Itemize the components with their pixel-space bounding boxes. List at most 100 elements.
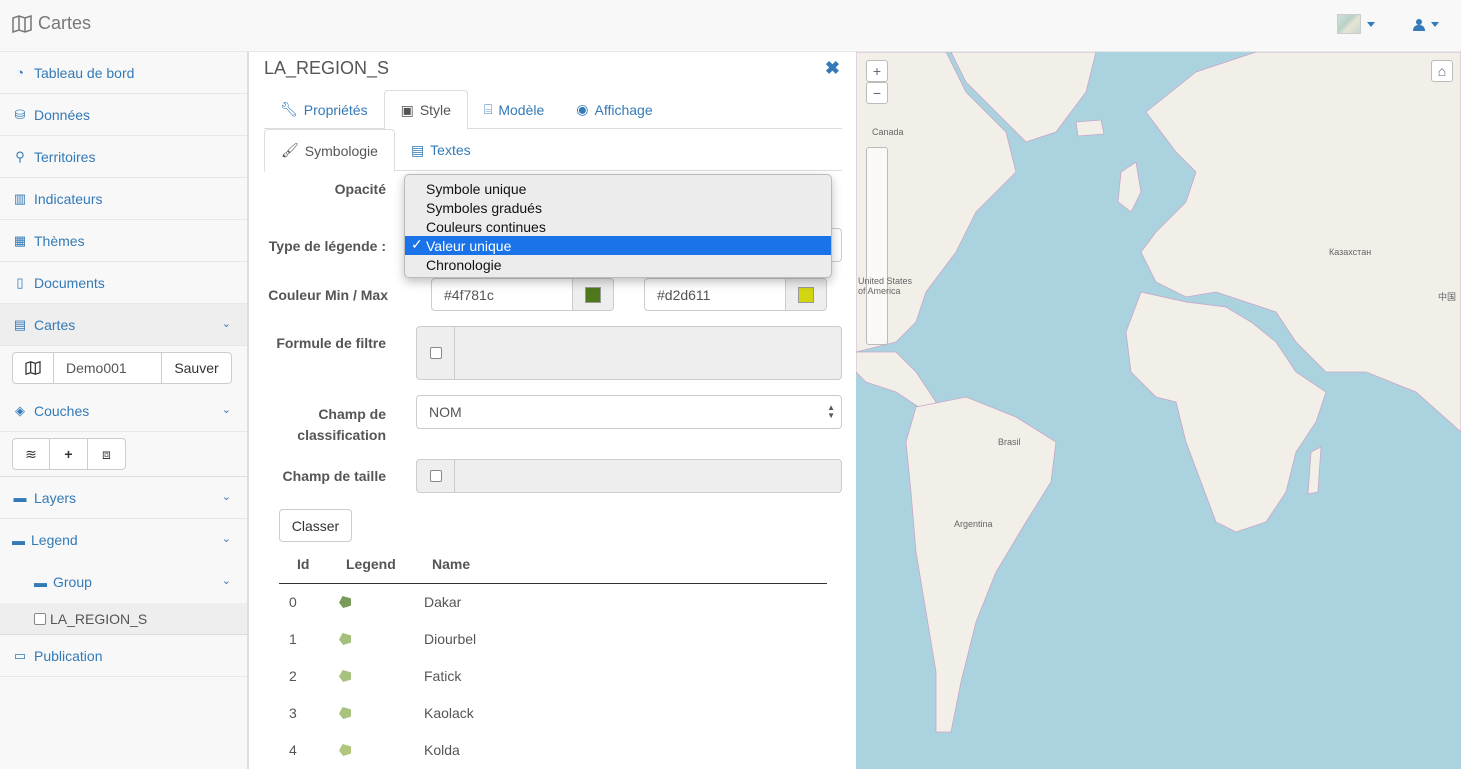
table-row: 1 Diourbel xyxy=(279,621,827,658)
table-row: 0 Dakar xyxy=(279,584,827,621)
filter-textarea[interactable] xyxy=(455,327,841,379)
color-max-picker[interactable] xyxy=(785,278,827,311)
user-menu-dropdown[interactable] xyxy=(1413,18,1439,31)
sidebar-item-label: Publication xyxy=(34,647,103,664)
dropdown-option[interactable]: Chronologie xyxy=(405,255,831,274)
sidebar-item-layers[interactable]: ▬ Layers ⌄ xyxy=(0,477,247,519)
panel-title: LA_REGION_S xyxy=(264,58,390,78)
legend-folder[interactable]: ▬ Legend ⌄ xyxy=(0,519,247,561)
dropdown-option[interactable]: Couleurs continues xyxy=(405,217,831,236)
chevron-down-icon: ⌄ xyxy=(221,533,231,545)
legend-table-header: Id Legend Name xyxy=(279,552,827,584)
classif-field-value: NOM xyxy=(429,404,462,420)
color-max-input[interactable]: #d2d611 xyxy=(644,278,786,311)
map-basemap xyxy=(856,52,1461,733)
app-brand[interactable]: Cartes xyxy=(12,13,91,34)
row-id: 0 xyxy=(289,594,297,610)
plus-icon: + xyxy=(64,446,73,462)
laptop-icon: ▭ xyxy=(13,647,27,663)
map-view[interactable]: + − ⌂ Canada United States of America Br… xyxy=(856,52,1461,769)
classif-label-line1: Champ de xyxy=(318,406,386,422)
table-row: 2 Fatick xyxy=(279,658,827,695)
home-extent-button[interactable]: ⌂ xyxy=(1431,60,1453,82)
legend-polygon-symbol xyxy=(339,707,351,719)
zoom-in-button[interactable]: + xyxy=(866,60,888,82)
size-field-input[interactable] xyxy=(455,460,841,492)
size-checkbox[interactable] xyxy=(429,470,442,482)
sidebar-item-couches[interactable]: ◈ Couches ⌄ xyxy=(0,390,247,432)
classif-label-line2: classification xyxy=(297,427,386,443)
color-min-input[interactable]: #4f781c xyxy=(431,278,573,311)
layer-settings-button[interactable]: ⧈ xyxy=(88,438,126,470)
tab-textes[interactable]: ▤ Textes xyxy=(395,129,487,171)
sidebar-item-publication[interactable]: ▭ Publication xyxy=(0,635,247,677)
sidebar-item-themes[interactable]: ▦ Thèmes xyxy=(0,220,247,262)
save-button[interactable]: Sauver xyxy=(162,352,232,384)
legend-polygon-symbol xyxy=(339,670,351,682)
map-icon xyxy=(25,361,41,375)
main-tabs: 🔧︎ Propriétés ▣ Style ⌸ Modèle ◉ Affichage xyxy=(264,90,842,130)
classif-field-select[interactable]: NOM ▲ ▼ xyxy=(416,395,842,429)
column-header-name: Name xyxy=(432,556,471,572)
tab-style[interactable]: ▣ Style xyxy=(383,90,468,130)
column-header-id: Id xyxy=(297,556,310,572)
filter-group xyxy=(416,326,842,380)
map-label-china: 中国 xyxy=(1438,292,1457,302)
color-min-picker[interactable] xyxy=(572,278,614,311)
layer-style-panel: LA_REGION_S ✖ 🔧︎ Propriétés ▣ Style ⌸ Modèl… xyxy=(248,52,856,769)
database-icon: ⛁ xyxy=(14,106,26,122)
size-checkbox-addon xyxy=(417,460,455,492)
map-icon xyxy=(12,14,32,33)
add-layer-button[interactable]: + xyxy=(50,438,88,470)
close-icon[interactable]: ✖ xyxy=(825,58,840,79)
filter-checkbox[interactable] xyxy=(429,347,442,359)
map-name-group: Demo001 Sauver xyxy=(12,352,235,384)
tab-label: Symbologie xyxy=(304,142,378,159)
map-open-button[interactable] xyxy=(12,352,54,384)
sidebar-item-documents[interactable]: ▯ Documents xyxy=(0,262,247,304)
sidebar-item-territoires[interactable]: ⚲ Territoires xyxy=(0,136,247,178)
top-navbar: Cartes xyxy=(0,0,1461,52)
sidebar-item-donnees[interactable]: ⛁ Données xyxy=(0,94,247,136)
zoom-out-button[interactable]: − xyxy=(866,82,888,104)
color-swatch-min xyxy=(585,286,601,303)
sidebar-item-indicateurs[interactable]: ▥ Indicateurs xyxy=(0,178,247,220)
classer-button[interactable]: Classer xyxy=(279,509,352,542)
zoom-slider[interactable] xyxy=(866,147,888,345)
tab-symbologie[interactable]: 🖌︎ Symbologie xyxy=(264,129,395,172)
chevron-down-icon: ⌄ xyxy=(221,318,231,330)
sidebar-item-label: Territoires xyxy=(34,148,96,165)
group-folder[interactable]: ▬ Group ⌄ xyxy=(0,561,247,603)
legend-polygon-symbol xyxy=(339,596,351,608)
row-name: Dakar xyxy=(424,594,462,610)
dropdown-option[interactable]: Symboles gradués xyxy=(405,198,831,217)
color-label: Couleur Min / Max xyxy=(268,287,388,303)
map-label-brasil: Brasil xyxy=(998,437,1021,447)
tab-label: Textes xyxy=(430,142,471,158)
sidebar-item-label: Documents xyxy=(34,274,105,291)
row-id: 3 xyxy=(289,705,297,721)
dropdown-option[interactable]: Symbole unique xyxy=(405,179,831,198)
classif-label: Champ de classification xyxy=(264,404,386,446)
row-id: 4 xyxy=(289,742,297,758)
layer-visibility-checkbox[interactable] xyxy=(34,612,46,625)
tab-modele[interactable]: ⌸ Modèle xyxy=(468,90,560,129)
dashboard-icon: ◔ xyxy=(16,65,24,80)
dropdown-option-selected[interactable]: ✓ Valeur unique xyxy=(405,236,831,255)
size-group xyxy=(416,459,842,493)
legend-folder-label: Legend xyxy=(31,532,78,548)
table-row: 4 Kolda xyxy=(279,732,827,769)
sitemap-icon: ⚲ xyxy=(15,148,25,164)
filter-checkbox-addon xyxy=(417,327,455,379)
layers-stack-button[interactable]: ≋ xyxy=(12,438,50,470)
basemap-dropdown[interactable] xyxy=(1337,14,1375,34)
tab-proprietes[interactable]: 🔧︎ Propriétés xyxy=(264,90,384,129)
sidebar-item-dashboard[interactable]: ◔ Tableau de bord xyxy=(0,52,247,94)
tab-affichage[interactable]: ◉ Affichage xyxy=(560,90,668,129)
tab-label: Affichage xyxy=(594,101,653,118)
map-name-input[interactable]: Demo001 xyxy=(54,352,162,384)
size-label: Champ de taille xyxy=(282,468,386,484)
check-icon: ✓ xyxy=(411,236,423,252)
file-text-icon: ▤ xyxy=(410,141,425,158)
sidebar-item-cartes[interactable]: ▤ Cartes ⌄ xyxy=(0,304,247,346)
